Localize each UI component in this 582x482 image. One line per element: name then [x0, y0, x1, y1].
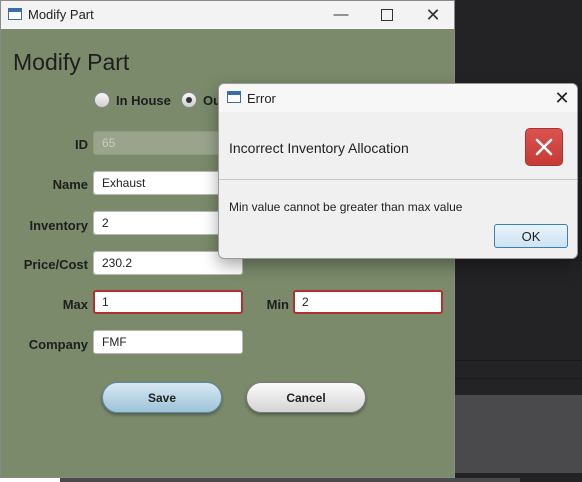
radio-outsourced[interactable]: Ou	[181, 91, 221, 109]
min-label: Min	[266, 297, 289, 312]
error-x-icon	[525, 128, 563, 166]
dialog-header-text: Incorrect Inventory Allocation	[229, 140, 409, 156]
radio-selected-icon	[181, 92, 197, 108]
company-field[interactable]: FMF	[93, 330, 243, 354]
dialog-title: Error	[247, 91, 276, 106]
maximize-button[interactable]	[365, 3, 409, 27]
max-label: Max	[62, 297, 88, 312]
radio-unselected-icon	[94, 92, 110, 108]
radio-in-house[interactable]: In House	[94, 91, 171, 109]
background-window-edge	[60, 478, 520, 482]
background-divider	[455, 360, 582, 361]
cancel-button[interactable]: Cancel	[246, 382, 366, 413]
name-label: Name	[52, 177, 88, 192]
background-panel	[455, 395, 582, 473]
ok-button[interactable]: OK	[494, 224, 568, 248]
save-button[interactable]: Save	[102, 382, 222, 413]
company-label: Company	[28, 337, 88, 352]
id-label: ID	[75, 137, 88, 152]
error-dialog: Error ✕ Incorrect Inventory Allocation M…	[218, 83, 578, 259]
page-title: Modify Part	[13, 49, 130, 75]
maximize-icon	[381, 9, 393, 22]
minimize-button[interactable]: —	[319, 3, 363, 27]
inventory-label: Inventory	[29, 218, 88, 233]
min-field[interactable]: 2	[293, 290, 443, 314]
error-x-glyph-icon	[535, 138, 553, 156]
app-icon	[8, 8, 22, 20]
dialog-content-text: Min value cannot be greater than max val…	[229, 200, 463, 214]
window-titlebar[interactable]: Modify Part — ✕	[1, 1, 454, 29]
dialog-close-button[interactable]: ✕	[549, 86, 575, 110]
dialog-titlebar[interactable]: Error ✕	[219, 84, 577, 112]
background-divider	[455, 378, 582, 379]
window-title: Modify Part	[28, 7, 94, 22]
dialog-app-icon	[227, 91, 241, 103]
max-field[interactable]: 1	[93, 290, 243, 314]
radio-in-house-label: In House	[116, 92, 171, 108]
close-button[interactable]: ✕	[411, 3, 455, 27]
price-label: Price/Cost	[23, 257, 88, 272]
